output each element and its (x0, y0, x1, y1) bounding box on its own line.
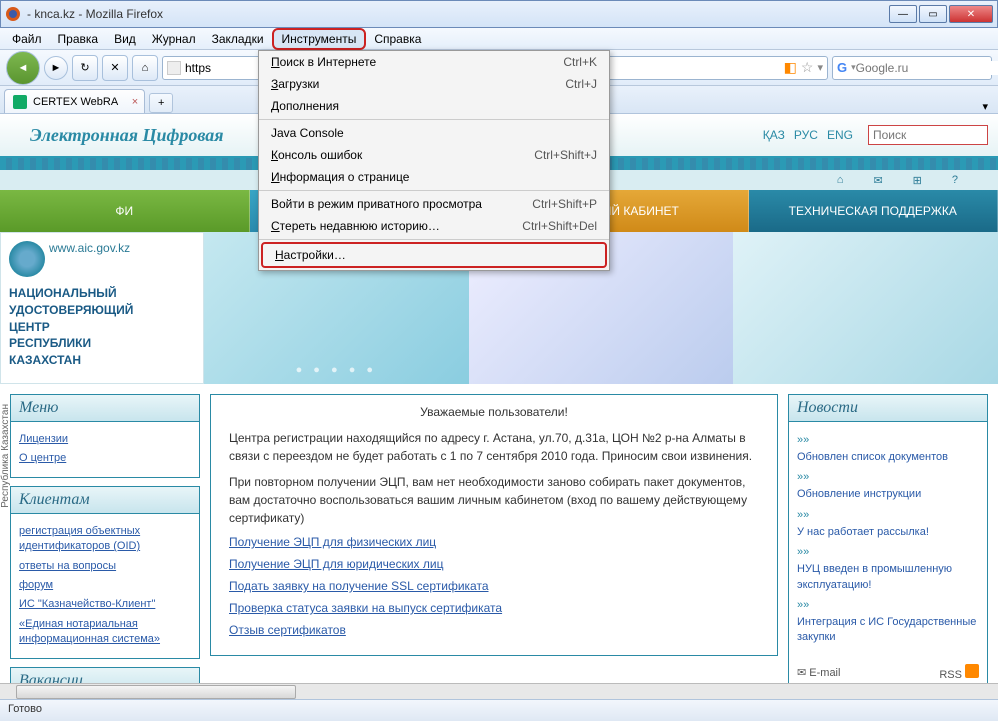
main-content-panel: Уважаемые пользователи! Центра регистрац… (210, 394, 778, 656)
tab-close-icon[interactable]: × (132, 96, 138, 108)
news-panel: Новости »»Обновлен список документов »»Об… (788, 394, 988, 688)
menu-panel: Меню Лицензии О центре (10, 394, 200, 478)
firefox-icon (5, 6, 21, 22)
mail-icon[interactable]: ✉ (873, 174, 882, 187)
client-link[interactable]: ответы на вопросы (19, 559, 191, 574)
greeting-text: Уважаемые пользователи! (229, 405, 759, 419)
news-item[interactable]: »»Обновлен список документов (797, 434, 979, 465)
rss-feed-icon[interactable] (965, 664, 979, 678)
tab-active[interactable]: CERTEX WebRA × (4, 89, 145, 113)
clients-panel-title: Клиентам (11, 487, 199, 514)
horizontal-scrollbar[interactable] (0, 683, 998, 699)
help-icon[interactable]: ? (952, 174, 958, 186)
menu-edit[interactable]: Правка (50, 30, 107, 48)
site-search-input[interactable] (868, 125, 988, 145)
nav-cell-4[interactable]: ТЕХНИЧЕСКАЯ ПОДДЕРЖКА (749, 190, 998, 232)
menu-item[interactable]: Дополнения (259, 95, 609, 117)
menu-item[interactable]: ЗагрузкиCtrl+J (259, 73, 609, 95)
lang-kaz[interactable]: ҚАЗ (763, 128, 785, 142)
menu-item[interactable]: Java Console (259, 122, 609, 144)
menu-item[interactable]: Консоль ошибокCtrl+Shift+J (259, 144, 609, 166)
close-button[interactable]: ✕ (949, 5, 993, 23)
menubar: Файл Правка Вид Журнал Закладки Инструме… (0, 28, 998, 50)
search-box[interactable]: G ▾ 🔍 (832, 56, 992, 80)
hero-image-3 (733, 232, 998, 384)
email-label[interactable]: E-mail (809, 667, 840, 679)
menu-item[interactable]: Войти в режим приватного просмотраCtrl+S… (259, 193, 609, 215)
menu-history[interactable]: Журнал (144, 30, 204, 48)
client-link[interactable]: форум (19, 578, 191, 593)
forward-button[interactable]: ► (44, 56, 68, 80)
notice-p1: Центра регистрации находящийся по адресу… (229, 429, 759, 465)
tab-favicon (13, 95, 27, 109)
menu-item[interactable]: Настройки… (261, 242, 607, 268)
client-link[interactable]: «Единая нотариальная информационная сист… (19, 617, 191, 648)
menu-tools[interactable]: Инструменты (272, 28, 367, 50)
news-item[interactable]: »»У нас работает рассылка! (797, 509, 979, 540)
window-title: - knca.kz - Mozilla Firefox (27, 7, 889, 21)
back-button[interactable]: ◄ (6, 51, 40, 85)
news-panel-title: Новости (789, 395, 987, 422)
menu-link[interactable]: Лицензии (19, 432, 191, 447)
minimize-button[interactable]: — (889, 5, 917, 23)
tools-dropdown: Поиск в ИнтернетеCtrl+KЗагрузкиCtrl+JДоп… (258, 50, 610, 271)
status-text: Готово (8, 703, 42, 715)
nav-cell-1[interactable]: ФИ (0, 190, 250, 232)
menu-view[interactable]: Вид (106, 30, 144, 48)
content-link[interactable]: Проверка статуса заявки на выпуск сертиф… (229, 601, 759, 615)
url-dropdown-icon[interactable]: ▾ (817, 61, 823, 74)
menu-file[interactable]: Файл (4, 30, 50, 48)
client-link[interactable]: ИС "Казначейство-Клиент" (19, 597, 191, 612)
new-tab-button[interactable]: + (149, 93, 173, 113)
home-icon[interactable]: ⌂ (837, 174, 844, 186)
menu-link[interactable]: О центре (19, 451, 191, 466)
rotated-label: Республика Казахстан (0, 404, 11, 508)
lang-switcher: ҚАЗ РУС ENG (760, 128, 856, 142)
rss-icon[interactable]: ◧ (784, 59, 797, 76)
menu-bookmarks[interactable]: Закладки (204, 30, 272, 48)
stop-button[interactable]: ✕ (102, 55, 128, 81)
rss-label[interactable]: RSS (939, 669, 962, 681)
clients-panel: Клиентам регистрация объектных идентифик… (10, 486, 200, 659)
site-slogan: Электронная Цифровая (30, 125, 224, 146)
menu-item[interactable]: Информация о странице (259, 166, 609, 188)
sitemap-icon[interactable]: ⊞ (913, 174, 922, 187)
logo-url-text: www.aic.gov.kz (49, 241, 130, 255)
google-icon: G (837, 60, 847, 75)
scrollbar-thumb[interactable] (16, 685, 296, 699)
lang-rus[interactable]: РУС (794, 128, 818, 142)
tab-list-button[interactable]: ▾ (976, 100, 994, 113)
tab-title: CERTEX WebRA (33, 96, 118, 108)
menu-item[interactable]: Стереть недавнюю историю…Ctrl+Shift+Del (259, 215, 609, 237)
menu-panel-title: Меню (11, 395, 199, 422)
reload-button[interactable]: ↻ (72, 55, 98, 81)
window-titlebar: - knca.kz - Mozilla Firefox — ▭ ✕ (0, 0, 998, 28)
lang-eng[interactable]: ENG (827, 128, 853, 142)
news-item[interactable]: »»Интеграция с ИС Государственные закупк… (797, 599, 979, 646)
news-item[interactable]: »»НУЦ введен в промышленную эксплуатацию… (797, 546, 979, 593)
menu-item[interactable]: Поиск в ИнтернетеCtrl+K (259, 51, 609, 73)
hero-left-panel: www.aic.gov.kz НАЦИОНАЛЬНЫЙУДОСТОВЕРЯЮЩИ… (0, 232, 204, 384)
search-input[interactable] (856, 61, 998, 75)
content-link[interactable]: Получение ЭЦП для физических лиц (229, 535, 759, 549)
content-link[interactable]: Отзыв сертификатов (229, 623, 759, 637)
news-item[interactable]: »»Обновление инструкции (797, 471, 979, 502)
body-columns: Меню Лицензии О центре Клиентам регистрац… (0, 384, 998, 699)
client-link[interactable]: регистрация объектных идентификаторов (O… (19, 524, 191, 555)
page-favicon (167, 61, 181, 75)
bookmark-star-icon[interactable]: ☆ (801, 59, 814, 76)
center-name: НАЦИОНАЛЬНЫЙУДОСТОВЕРЯЮЩИЙЦЕНТРРЕСПУБЛИК… (9, 285, 195, 369)
content-link[interactable]: Подать заявку на получение SSL сертифика… (229, 579, 759, 593)
home-button[interactable]: ⌂ (132, 55, 158, 81)
email-icon[interactable]: ✉ (797, 667, 806, 679)
notice-p2: При повторном получении ЭЦП, вам нет нео… (229, 473, 759, 527)
maximize-button[interactable]: ▭ (919, 5, 947, 23)
status-bar: Готово (0, 699, 998, 721)
site-logo-icon (9, 241, 45, 277)
menu-help[interactable]: Справка (366, 30, 429, 48)
content-link[interactable]: Получение ЭЦП для юридических лиц (229, 557, 759, 571)
